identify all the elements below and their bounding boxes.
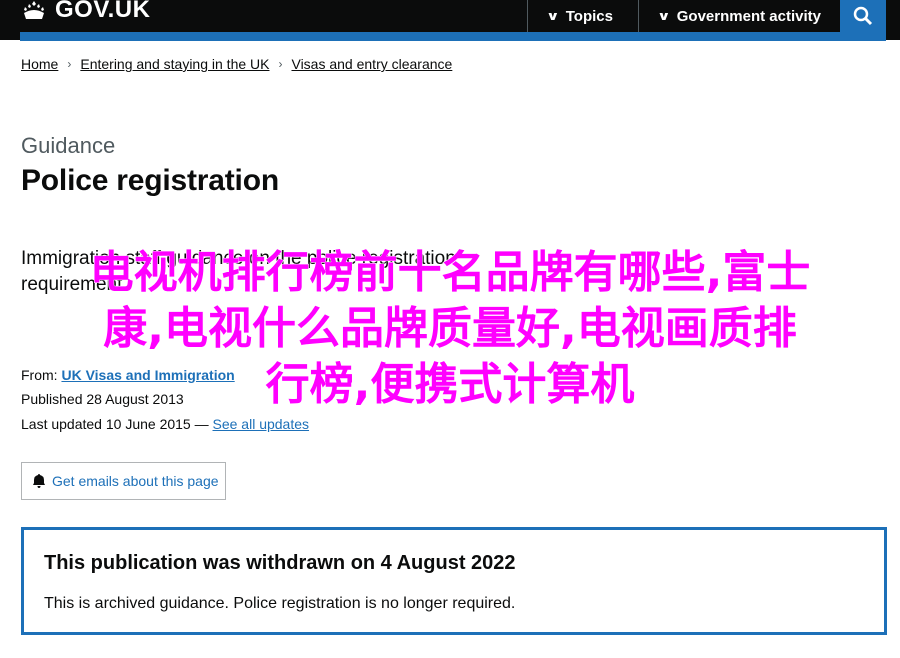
search-button[interactable] <box>840 0 886 32</box>
chevron-right-icon: › <box>67 57 72 71</box>
search-icon <box>853 6 873 26</box>
breadcrumb: Home › Entering and staying in the UK › … <box>21 56 452 72</box>
topics-menu-button[interactable]: ∨ Topics <box>527 0 638 32</box>
meta-updated: Last updated 10 June 2015 — See all upda… <box>21 416 309 432</box>
withdrawn-body: This is archived guidance. Police regist… <box>44 595 516 612</box>
withdrawn-notice: This publication was withdrawn on 4 Augu… <box>21 527 887 635</box>
updated-label: Last updated <box>21 416 102 432</box>
page-title: Police registration <box>21 164 279 197</box>
government-activity-label: Government activity <box>676 7 821 25</box>
chevron-right-icon: › <box>278 57 283 71</box>
overlay-line-1: 电视机排行榜前十名品牌有哪些,富士 <box>89 247 811 299</box>
government-activity-menu-button[interactable]: ∨ Government activity <box>638 0 840 32</box>
overlay-line-3: 行榜,便携式计算机 <box>265 359 635 411</box>
get-emails-label: Get emails about this page <box>52 473 219 489</box>
overlay-spam-text: 电视机排行榜前十名品牌有哪些,富士 康,电视什么品牌质量好,电视画质排 行榜,便… <box>0 245 900 413</box>
chevron-down-icon: ∨ <box>546 9 560 23</box>
page-caption: Guidance <box>21 133 116 158</box>
breadcrumb-entering-staying-link[interactable]: Entering and staying in the UK <box>80 56 269 72</box>
topics-label: Topics <box>565 7 613 25</box>
see-all-updates-link[interactable]: See all updates <box>213 416 310 432</box>
header-accent-bar <box>20 32 886 41</box>
overlay-line-2: 康,电视什么品牌质量好,电视画质排 <box>103 303 797 355</box>
govuk-logo-link[interactable]: GOV.UK <box>21 0 150 24</box>
get-emails-button[interactable]: Get emails about this page <box>21 462 226 500</box>
crown-icon <box>24 1 44 19</box>
bell-icon <box>33 474 45 488</box>
updated-date: 10 June 2015 <box>105 416 191 432</box>
breadcrumb-visas-link[interactable]: Visas and entry clearance <box>291 56 452 72</box>
logo-text: GOV.UK <box>55 0 151 23</box>
updates-separator: — <box>194 416 209 432</box>
chevron-down-icon: ∨ <box>657 9 671 23</box>
withdrawn-heading: This publication was withdrawn on 4 Augu… <box>44 552 516 574</box>
breadcrumb-home-link[interactable]: Home <box>21 56 58 72</box>
